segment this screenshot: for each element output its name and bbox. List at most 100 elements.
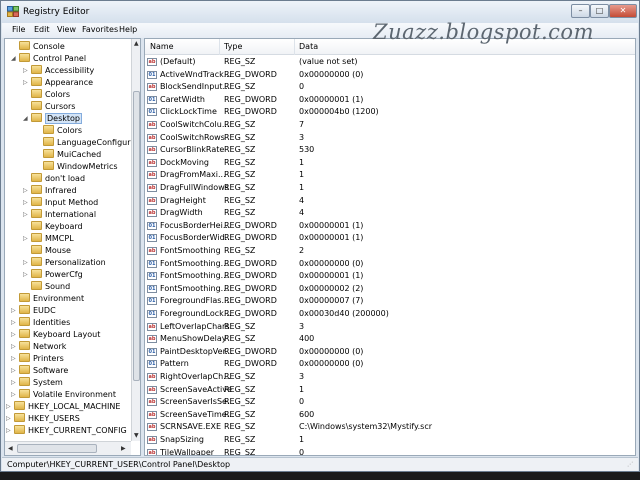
value-row[interactable]: ab BlockSendInput... REG_SZ 0 bbox=[145, 81, 635, 93]
tree-item[interactable]: Keyboard bbox=[23, 221, 83, 233]
value-row[interactable]: 01 Pattern REG_DWORD 0x00000000 (0) bbox=[145, 358, 635, 370]
value-row[interactable]: ab CoolSwitchColu... REG_SZ 7 bbox=[145, 119, 635, 131]
tree-item[interactable]: MuiCached bbox=[35, 149, 101, 161]
tree-expander-icon[interactable]: ▷ bbox=[11, 317, 19, 329]
tree-expander-icon[interactable]: ▷ bbox=[23, 269, 31, 281]
tree-item[interactable]: ▷ Accessibility bbox=[23, 65, 94, 77]
tree-expander-icon[interactable]: ▷ bbox=[11, 389, 19, 401]
tree-expander-icon[interactable]: ▷ bbox=[23, 197, 31, 209]
tree-expander-icon[interactable]: ◢ bbox=[11, 53, 19, 65]
tree-item[interactable]: ◢ Desktop bbox=[23, 113, 82, 125]
registry-values-list[interactable]: Name Type Data ab (Default) REG_SZ (value n… bbox=[144, 38, 636, 456]
tree-item[interactable]: ▷ Personalization bbox=[23, 257, 106, 269]
tree-item[interactable]: Colors bbox=[23, 89, 70, 101]
tree-item[interactable]: ▷ HKEY_LOCAL_MACHINE bbox=[6, 401, 120, 413]
tree-item[interactable]: LanguageConfiguration bbox=[35, 137, 140, 149]
value-row[interactable]: 01 PaintDesktopVer... REG_DWORD 0x00000000 … bbox=[145, 346, 635, 358]
tree-item[interactable]: ▷ Software bbox=[11, 365, 68, 377]
value-row[interactable]: ab CursorBlinkRate REG_SZ 530 bbox=[145, 144, 635, 156]
tree-item[interactable]: ◢ Control Panel bbox=[11, 53, 86, 65]
value-row[interactable]: ab DragWidth REG_SZ 4 bbox=[145, 207, 635, 219]
value-row[interactable]: 01 FontSmoothing... REG_DWORD 0x00000000 (0… bbox=[145, 258, 635, 270]
tree-expander-icon[interactable]: ▷ bbox=[23, 209, 31, 221]
menu-favorites[interactable]: Favorites bbox=[82, 25, 118, 34]
tree-item[interactable]: ▷ Infrared bbox=[23, 185, 77, 197]
value-row[interactable]: 01 ClickLockTime REG_DWORD 0x000004b0 (1200… bbox=[145, 106, 635, 118]
tree-item[interactable]: ▷ System bbox=[11, 377, 63, 389]
menu-file[interactable]: File bbox=[12, 25, 25, 34]
tree-expander-icon[interactable]: ▷ bbox=[23, 185, 31, 197]
menu-view[interactable]: View bbox=[57, 25, 76, 34]
tree-item[interactable]: ▷ MMCPL bbox=[23, 233, 74, 245]
tree-expander-icon[interactable]: ▷ bbox=[6, 425, 14, 437]
value-row[interactable]: ab DragFullWindows REG_SZ 1 bbox=[145, 182, 635, 194]
menu-edit[interactable]: Edit bbox=[34, 25, 50, 34]
tree-expander-icon[interactable]: ▷ bbox=[11, 365, 19, 377]
value-row[interactable]: 01 FontSmoothing... REG_DWORD 0x00000002 (2… bbox=[145, 283, 635, 295]
tree-expander-icon[interactable]: ▷ bbox=[6, 401, 14, 413]
value-row[interactable]: ab LeftOverlapChars REG_SZ 3 bbox=[145, 321, 635, 333]
value-row[interactable]: ab ScreenSaveTime... REG_SZ 600 bbox=[145, 409, 635, 421]
value-row[interactable]: ab (Default) REG_SZ (value not set) bbox=[145, 56, 635, 68]
minimize-button[interactable]: – bbox=[571, 4, 590, 18]
value-row[interactable]: ab RightOverlapCh... REG_SZ 3 bbox=[145, 371, 635, 383]
value-row[interactable]: ab SCRNSAVE.EXE REG_SZ C:\Windows\system32\… bbox=[145, 421, 635, 433]
tree-expander-icon[interactable]: ▷ bbox=[6, 413, 14, 425]
scroll-up-arrow-icon[interactable]: ▲ bbox=[134, 40, 139, 47]
column-header-data[interactable]: Data bbox=[299, 42, 318, 51]
tree-vertical-scroll-thumb[interactable] bbox=[133, 91, 140, 381]
tree-item[interactable]: ▷ Keyboard Layout bbox=[11, 329, 100, 341]
column-divider[interactable] bbox=[219, 39, 220, 55]
resize-grip-icon[interactable]: ⋰ bbox=[627, 461, 635, 469]
tree-expander-icon[interactable]: ▷ bbox=[23, 65, 31, 77]
value-row[interactable]: ab DragHeight REG_SZ 4 bbox=[145, 195, 635, 207]
tree-item[interactable]: ▷ PowerCfg bbox=[23, 269, 83, 281]
value-row[interactable]: 01 ForegroundFlas... REG_DWORD 0x00000007 (… bbox=[145, 295, 635, 307]
tree-expander-icon[interactable]: ▷ bbox=[23, 77, 31, 89]
value-row[interactable]: ab TileWallpaper REG_SZ 0 bbox=[145, 447, 635, 455]
tree-horizontal-scroll-thumb[interactable] bbox=[17, 444, 97, 453]
value-row[interactable]: ab ScreenSaveActive REG_SZ 1 bbox=[145, 384, 635, 396]
value-row[interactable]: ab SnapSizing REG_SZ 1 bbox=[145, 434, 635, 446]
value-row[interactable]: ab DragFromMaxi... REG_SZ 1 bbox=[145, 169, 635, 181]
tree-item[interactable]: WindowMetrics bbox=[35, 161, 118, 173]
value-row[interactable]: 01 FocusBorderHei... REG_DWORD 0x00000001 (… bbox=[145, 220, 635, 232]
tree-expander-icon[interactable]: ▷ bbox=[11, 341, 19, 353]
tree-vertical-scrollbar[interactable]: ▲ ▼ bbox=[131, 39, 140, 441]
maximize-button[interactable]: □ bbox=[590, 4, 609, 18]
scroll-left-arrow-icon[interactable]: ◀ bbox=[8, 445, 13, 452]
tree-item[interactable]: Sound bbox=[23, 281, 70, 293]
value-row[interactable]: 01 ActiveWndTrack... REG_DWORD 0x00000000 (… bbox=[145, 69, 635, 81]
value-row[interactable]: ab ScreenSaverIsSe... REG_SZ 0 bbox=[145, 396, 635, 408]
column-header-type[interactable]: Type bbox=[224, 42, 242, 51]
scroll-down-arrow-icon[interactable]: ▼ bbox=[134, 432, 139, 439]
tree-expander-icon[interactable]: ▷ bbox=[11, 305, 19, 317]
column-header-name[interactable]: Name bbox=[150, 42, 174, 51]
tree-item[interactable]: Console bbox=[11, 41, 65, 53]
tree-expander-icon[interactable]: ▷ bbox=[11, 353, 19, 365]
value-row[interactable]: ab DockMoving REG_SZ 1 bbox=[145, 157, 635, 169]
tree-item[interactable]: ▷ Input Method bbox=[23, 197, 98, 209]
tree-item[interactable]: ▷ International bbox=[23, 209, 96, 221]
tree-item[interactable]: ▷ HKEY_CURRENT_CONFIG bbox=[6, 425, 127, 437]
tree-expander-icon[interactable]: ▷ bbox=[11, 377, 19, 389]
tree-item[interactable]: ▷ Network bbox=[11, 341, 66, 353]
tree-expander-icon[interactable]: ◢ bbox=[23, 113, 31, 125]
value-row[interactable]: ab FontSmoothing REG_SZ 2 bbox=[145, 245, 635, 257]
registry-key-tree[interactable]: Console ◢ Control Panel ▷ Accessibility ▷ Appe… bbox=[4, 38, 141, 456]
tree-item[interactable]: Environment bbox=[11, 293, 84, 305]
tree-item[interactable]: Colors bbox=[35, 125, 82, 137]
tree-item[interactable]: Cursors bbox=[23, 101, 75, 113]
tree-item[interactable]: ▷ Appearance bbox=[23, 77, 93, 89]
tree-expander-icon[interactable]: ▷ bbox=[11, 329, 19, 341]
tree-item[interactable]: ▷ EUDC bbox=[11, 305, 56, 317]
tree-horizontal-scrollbar[interactable]: ◀ ▶ bbox=[5, 441, 131, 455]
scroll-right-arrow-icon[interactable]: ▶ bbox=[121, 445, 126, 452]
tree-item[interactable]: ▷ Volatile Environment bbox=[11, 389, 116, 401]
value-row[interactable]: 01 FontSmoothing... REG_DWORD 0x00000001 (1… bbox=[145, 270, 635, 282]
tree-item[interactable]: ▷ Printers bbox=[11, 353, 64, 365]
value-row[interactable]: ab CoolSwitchRows REG_SZ 3 bbox=[145, 132, 635, 144]
close-button[interactable]: ✕ bbox=[609, 4, 637, 18]
tree-item[interactable]: don't load bbox=[23, 173, 85, 185]
tree-item[interactable]: ▷ Identities bbox=[11, 317, 70, 329]
